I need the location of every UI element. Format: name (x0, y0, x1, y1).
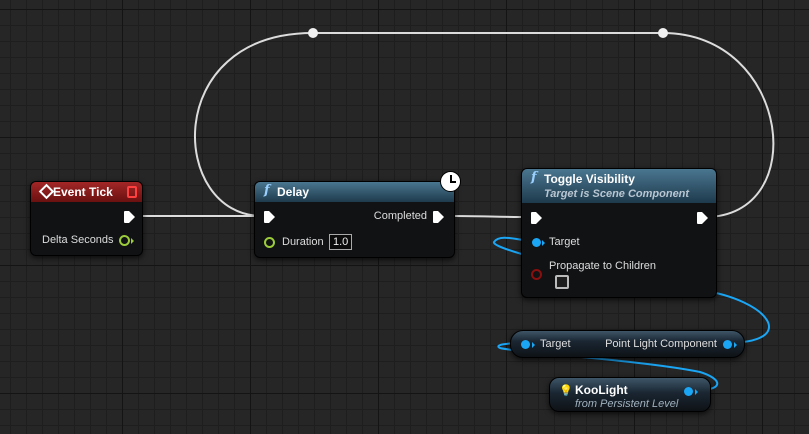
duration-label: Duration (282, 236, 324, 248)
pin-arrow (532, 342, 535, 348)
exec-in-pin[interactable] (264, 211, 275, 223)
pin-arrow (131, 238, 134, 244)
exec-out-pin[interactable] (697, 212, 708, 224)
exec-out-pin[interactable] (124, 211, 135, 223)
completed-exec-pin[interactable] (433, 211, 444, 223)
point-light-component-label: Point Light Component (605, 338, 717, 350)
propagate-label: Propagate to Children (549, 260, 657, 272)
toggle-visibility-subtitle: Target is Scene Component (544, 188, 690, 200)
completed-label: Completed (373, 210, 427, 222)
pin-arrow (734, 342, 737, 348)
reroute-node[interactable] (308, 28, 318, 38)
light-bulb-icon: 💡 (559, 385, 573, 397)
delta-seconds-label: Delta Seconds (42, 234, 114, 246)
duration-pin[interactable] (264, 237, 275, 248)
koolight-title: KooLight (575, 383, 628, 397)
toggle-visibility-title: Toggle Visibility (544, 172, 635, 186)
koolight-reference-node[interactable]: 💡 KooLight from Persistent Level (549, 377, 711, 412)
event-diamond-icon (38, 183, 55, 200)
toggle-visibility-node[interactable]: f Toggle Visibility Target is Scene Comp… (521, 168, 717, 298)
toggle-visibility-header: f Toggle Visibility Target is Scene Comp… (522, 169, 716, 203)
event-tick-title: Event Tick (53, 185, 113, 199)
target-label: Target (540, 338, 571, 350)
delay-header: f Delay (255, 182, 454, 202)
propagate-pin[interactable] (531, 269, 542, 280)
pin-arrow (695, 389, 698, 395)
delta-seconds-pin[interactable] (119, 235, 130, 246)
actor-out-pin[interactable] (684, 387, 693, 396)
point-light-component-node[interactable]: Target Point Light Component (510, 330, 745, 358)
component-out-pin[interactable] (723, 340, 732, 349)
event-tick-header: Event Tick (31, 182, 142, 202)
function-icon: f (264, 183, 270, 198)
koolight-subtitle: from Persistent Level (575, 398, 679, 410)
pin-arrow (542, 240, 545, 246)
duration-input[interactable]: 1.0 (329, 234, 353, 250)
exec-in-pin[interactable] (531, 212, 542, 224)
target-pin[interactable] (532, 238, 541, 247)
event-delegate-pin[interactable] (127, 186, 137, 198)
propagate-checkbox[interactable] (555, 275, 569, 289)
function-icon: f (531, 170, 537, 185)
target-in-pin[interactable] (521, 340, 530, 349)
exec-wire-delay-to-toggle (451, 215, 529, 218)
event-tick-node[interactable]: Event Tick Delta Seconds (30, 181, 143, 256)
target-label: Target (549, 236, 580, 248)
delay-node[interactable]: f Delay Completed Duration 1.0 (254, 181, 455, 258)
reroute-node[interactable] (658, 28, 668, 38)
clock-icon (440, 171, 461, 192)
delay-title: Delay (277, 185, 310, 199)
